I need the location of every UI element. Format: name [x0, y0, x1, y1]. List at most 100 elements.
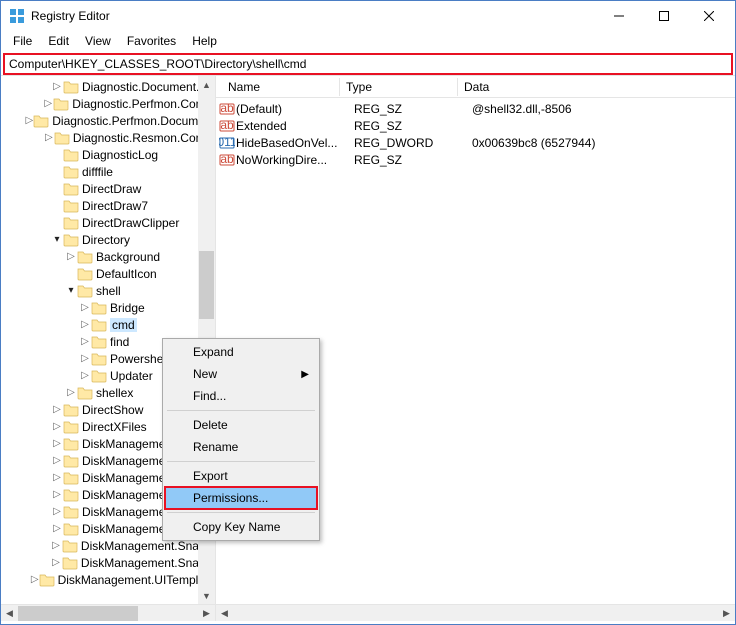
expand-icon[interactable]: ▷	[65, 251, 77, 262]
expand-icon[interactable]: ▷	[44, 132, 54, 143]
expand-icon[interactable]: ▷	[51, 421, 63, 432]
expand-icon[interactable]: ▷	[51, 455, 63, 466]
scroll-up-button[interactable]: ▲	[198, 76, 215, 93]
folder-icon	[62, 556, 78, 570]
folder-icon	[63, 182, 79, 196]
tree-item[interactable]: DirectDraw7	[1, 197, 215, 214]
header-type[interactable]: Type	[340, 78, 458, 96]
expand-icon[interactable]: ▷	[51, 489, 63, 500]
folder-icon	[91, 301, 107, 315]
menu-favorites[interactable]: Favorites	[119, 32, 184, 50]
scroll-right-button[interactable]: ▶	[198, 605, 215, 622]
tree-item-label: Powershell	[110, 352, 169, 366]
ctx-expand[interactable]: Expand	[165, 341, 317, 363]
collapse-icon[interactable]: ▾	[65, 285, 77, 296]
tree-item[interactable]: DefaultIcon	[1, 265, 215, 282]
scroll-right-button[interactable]: ▶	[718, 605, 735, 622]
menu-file[interactable]: File	[5, 32, 40, 50]
value-name: NoWorkingDire...	[236, 153, 354, 167]
expand-icon[interactable]: ▷	[51, 506, 63, 517]
tree-item-label: Directory	[82, 233, 130, 247]
tree-item[interactable]: ▾ Directory	[1, 231, 215, 248]
tree-item-label: Diagnostic.Resmon.Config	[73, 131, 215, 145]
list-row[interactable]: abNoWorkingDire...REG_SZ	[218, 151, 735, 168]
value-type: REG_SZ	[354, 153, 472, 167]
tree-item-label: Background	[96, 250, 160, 264]
tree-item[interactable]: DiagnosticLog	[1, 146, 215, 163]
ctx-new[interactable]: New▶	[165, 363, 317, 385]
ctx-label: Copy Key Name	[193, 520, 280, 534]
tree-item[interactable]: ▷ Diagnostic.Resmon.Config	[1, 129, 215, 146]
list-row[interactable]: ab(Default)REG_SZ@shell32.dll,-8506	[218, 100, 735, 117]
list-scrollbar-horizontal[interactable]: ◀ ▶	[216, 604, 735, 621]
expand-icon[interactable]: ▷	[50, 557, 62, 568]
expand-icon[interactable]: ▷	[51, 523, 63, 534]
tree-item[interactable]: ▷ Diagnostic.Perfmon.Document	[1, 112, 215, 129]
folder-icon	[63, 403, 79, 417]
expand-icon[interactable]: ▷	[65, 387, 77, 398]
tree-item[interactable]: ▷ Background	[1, 248, 215, 265]
list-row[interactable]: 011HideBasedOnVel...REG_DWORD0x00639bc8 …	[218, 134, 735, 151]
ctx-export[interactable]: Export	[165, 465, 317, 487]
folder-icon	[53, 97, 69, 111]
scroll-down-button[interactable]: ▼	[198, 587, 215, 604]
expand-icon[interactable]: ▷	[79, 353, 91, 364]
expand-icon[interactable]: ▷	[51, 438, 63, 449]
expand-icon[interactable]: ▷	[79, 319, 91, 330]
ctx-delete[interactable]: Delete	[165, 414, 317, 436]
tree-item[interactable]: ▷DiskManagement.Snapin	[1, 554, 215, 571]
tree-item[interactable]: ▷ Bridge	[1, 299, 215, 316]
expand-icon[interactable]: ▷	[51, 81, 63, 92]
tree-item[interactable]: difffile	[1, 163, 215, 180]
tree-item[interactable]: ▷Diagnostic.Document.7	[1, 78, 215, 95]
tree-item-label: Updater	[110, 369, 153, 383]
value-icon: ab	[218, 119, 236, 133]
scroll-left-button[interactable]: ◀	[1, 605, 18, 622]
header-data[interactable]: Data	[458, 78, 735, 96]
tree-item[interactable]: DirectDrawClipper	[1, 214, 215, 231]
collapse-icon[interactable]: ▾	[51, 234, 63, 245]
header-name[interactable]: Name	[222, 78, 340, 96]
maximize-button[interactable]	[641, 2, 686, 30]
tree-item[interactable]: DirectDraw	[1, 180, 215, 197]
folder-icon	[91, 369, 107, 383]
expand-icon[interactable]: ▷	[79, 302, 91, 313]
ctx-rename[interactable]: Rename	[165, 436, 317, 458]
tree-item[interactable]: ▷Diagnostic.Perfmon.Config	[1, 95, 215, 112]
tree-item-label: Diagnostic.Perfmon.Document	[52, 114, 215, 128]
list-row[interactable]: abExtendedREG_SZ	[218, 117, 735, 134]
ctx-find[interactable]: Find...	[165, 385, 317, 407]
scroll-thumb[interactable]	[199, 251, 214, 319]
tree-item-label: cmd	[110, 318, 137, 332]
menu-view[interactable]: View	[77, 32, 119, 50]
ctx-copy-key-name[interactable]: Copy Key Name	[165, 516, 317, 538]
menu-help[interactable]: Help	[184, 32, 225, 50]
folder-icon	[63, 165, 79, 179]
minimize-button[interactable]	[596, 2, 641, 30]
expand-icon[interactable]: ▷	[79, 336, 91, 347]
tree-item-label: Bridge	[110, 301, 145, 315]
expand-icon[interactable]: ▷	[26, 115, 34, 126]
menu-edit[interactable]: Edit	[40, 32, 77, 50]
expand-icon[interactable]: ▷	[43, 98, 53, 109]
svg-text:ab: ab	[220, 153, 234, 166]
tree-item[interactable]: ▷DiskManagement.UITemplate	[1, 571, 215, 588]
folder-icon	[63, 199, 79, 213]
folder-icon	[33, 114, 49, 128]
close-button[interactable]	[686, 2, 731, 30]
tree-scrollbar-horizontal[interactable]: ◀ ▶	[1, 604, 215, 621]
expand-icon[interactable]: ▷	[50, 540, 62, 551]
folder-icon	[91, 335, 107, 349]
expand-icon[interactable]: ▷	[31, 574, 39, 585]
ctx-permissions[interactable]: Permissions...	[165, 487, 317, 509]
tree-item[interactable]: ▷ cmd	[1, 316, 215, 333]
folder-icon	[63, 148, 79, 162]
expand-icon[interactable]: ▷	[79, 370, 91, 381]
expand-icon[interactable]: ▷	[51, 472, 63, 483]
scroll-left-button[interactable]: ◀	[216, 605, 233, 622]
scroll-thumb-h[interactable]	[18, 606, 138, 621]
tree-item[interactable]: ▾shell	[1, 282, 215, 299]
address-bar[interactable]: Computer\HKEY_CLASSES_ROOT\Directory\she…	[3, 53, 733, 75]
value-data: @shell32.dll,-8506	[472, 102, 735, 116]
expand-icon[interactable]: ▷	[51, 404, 63, 415]
